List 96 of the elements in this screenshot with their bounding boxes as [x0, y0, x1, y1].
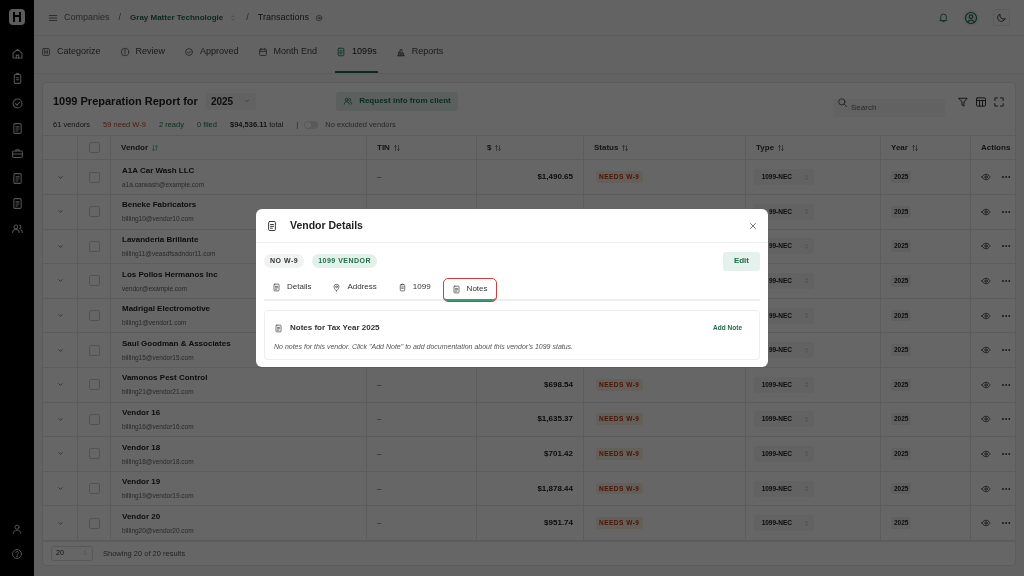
column-header[interactable]: TIN — [377, 141, 390, 154]
vendor-name: Vendor 18 — [122, 441, 161, 454]
nav-tab[interactable]: Approved — [183, 38, 240, 73]
column-header[interactable]: Type — [756, 141, 775, 154]
column-header[interactable]: Actions — [981, 141, 1011, 154]
vendor-name: Lavanderia Brillante — [122, 233, 199, 246]
eye-icon[interactable] — [981, 345, 991, 356]
table-cell: $1,490.65 — [537, 171, 573, 184]
check-circle-icon[interactable] — [10, 97, 24, 110]
search-icon — [837, 96, 848, 108]
briefcase-icon[interactable] — [10, 147, 24, 160]
column-header[interactable]: Vendor — [121, 141, 149, 154]
nav-tab[interactable]: Categorize — [40, 38, 102, 73]
nav-tab[interactable]: Reports — [394, 38, 445, 73]
dialog-tab[interactable]: Notes — [443, 279, 496, 301]
vendor-name: Saul Goodman & Associates — [122, 337, 231, 350]
table-cell: – — [377, 517, 382, 530]
eye-icon[interactable] — [981, 206, 991, 217]
document-icon — [336, 47, 347, 57]
year-select[interactable]: 2025 — [205, 92, 257, 110]
column-header[interactable]: Status — [594, 141, 619, 154]
fullscreen-icon[interactable] — [993, 96, 1005, 108]
document-icon[interactable] — [10, 172, 24, 185]
table-cell: $701.42 — [544, 447, 573, 460]
breadcrumb-link[interactable]: Transactions — [257, 10, 309, 25]
moon-icon — [996, 12, 1007, 23]
table-cell: – — [377, 378, 382, 391]
eye-icon[interactable] — [981, 241, 991, 252]
filter-icon[interactable] — [957, 96, 969, 108]
vendor-name: Vamonos Pest Control — [122, 372, 208, 385]
bell-icon[interactable] — [938, 12, 949, 23]
table-cell: – — [377, 171, 382, 184]
help-icon[interactable] — [11, 548, 23, 560]
vendor-name: Vendor 20 — [122, 510, 161, 523]
breadcrumb-separator: / — [245, 10, 250, 24]
clipboard-icon — [397, 282, 407, 292]
document-icon — [451, 284, 461, 294]
table-cell: $1,635.37 — [537, 413, 573, 426]
calendar-icon — [257, 47, 268, 57]
table-cell: – — [377, 482, 382, 495]
eye-icon[interactable] — [981, 448, 991, 459]
vendor-name: Beneke Fabricators — [122, 199, 197, 212]
edit-button[interactable]: Edit — [722, 251, 760, 271]
document-icon — [272, 282, 281, 292]
logo-icon — [8, 8, 26, 26]
table-cell: $951.74 — [544, 517, 573, 530]
column-header[interactable]: $ — [487, 141, 492, 154]
map-pin-icon — [332, 282, 342, 292]
report-title: 1099 Preparation Report for — [53, 93, 198, 109]
table-cell: – — [377, 413, 382, 426]
avatar-button[interactable] — [963, 9, 979, 26]
user-circle-icon — [964, 10, 978, 25]
notes-heading: Notes for Tax Year 2025 — [290, 322, 380, 334]
dialog-title: Vendor Details — [290, 217, 363, 233]
dialog-tab[interactable]: 1099 — [389, 276, 439, 298]
eye-icon[interactable] — [981, 310, 991, 321]
eye-icon[interactable] — [981, 275, 991, 286]
chevron-down-icon[interactable] — [55, 484, 65, 493]
home-icon[interactable] — [10, 47, 24, 60]
eye-icon[interactable] — [981, 379, 991, 390]
eye-icon[interactable] — [981, 518, 991, 529]
nav-tab[interactable]: Month End — [256, 38, 319, 73]
menu-icon[interactable] — [48, 12, 58, 23]
breadcrumb-separator: / — [117, 10, 123, 24]
check-circle-icon — [184, 47, 195, 57]
dialog-tab[interactable]: Details — [264, 276, 320, 298]
settings-icon[interactable] — [314, 13, 323, 22]
vendor-name: Vendor 16 — [122, 406, 161, 419]
table-cell: $1,878.44 — [537, 482, 573, 495]
vendor-name: Madrigal Electromotive — [122, 303, 211, 316]
eye-icon[interactable] — [981, 483, 991, 494]
nav-tab[interactable]: Review — [118, 38, 167, 73]
document-icon[interactable] — [10, 197, 24, 210]
document-icon — [274, 323, 283, 333]
chevron-down-icon — [243, 97, 252, 105]
dialog-tab[interactable]: Address — [324, 276, 385, 298]
request-info-button[interactable]: Request info from client — [336, 91, 458, 111]
info-icon — [119, 47, 130, 57]
columns-icon[interactable] — [975, 96, 987, 108]
vendor-name: A1A Car Wash LLC — [122, 164, 195, 177]
nav-tab[interactable]: 1099s — [335, 38, 378, 73]
users-icon[interactable] — [10, 222, 24, 235]
close-icon[interactable] — [748, 220, 758, 231]
eye-icon[interactable] — [981, 172, 991, 183]
table-cell: $698.54 — [544, 378, 573, 391]
table-cell: – — [377, 447, 382, 460]
users-icon — [343, 96, 354, 106]
dark-mode-button[interactable] — [993, 9, 1010, 26]
user-icon[interactable] — [11, 523, 23, 535]
document-icon — [266, 219, 278, 232]
eye-icon[interactable] — [981, 414, 991, 425]
breadcrumb-link[interactable]: Gray Matter Technologie — [130, 11, 224, 24]
vendor-name: Los Pollos Hermanos Inc — [122, 268, 218, 281]
vendor-name: Vendor 19 — [122, 476, 161, 489]
document-icon[interactable] — [10, 122, 24, 135]
column-header[interactable]: Year — [891, 141, 908, 154]
